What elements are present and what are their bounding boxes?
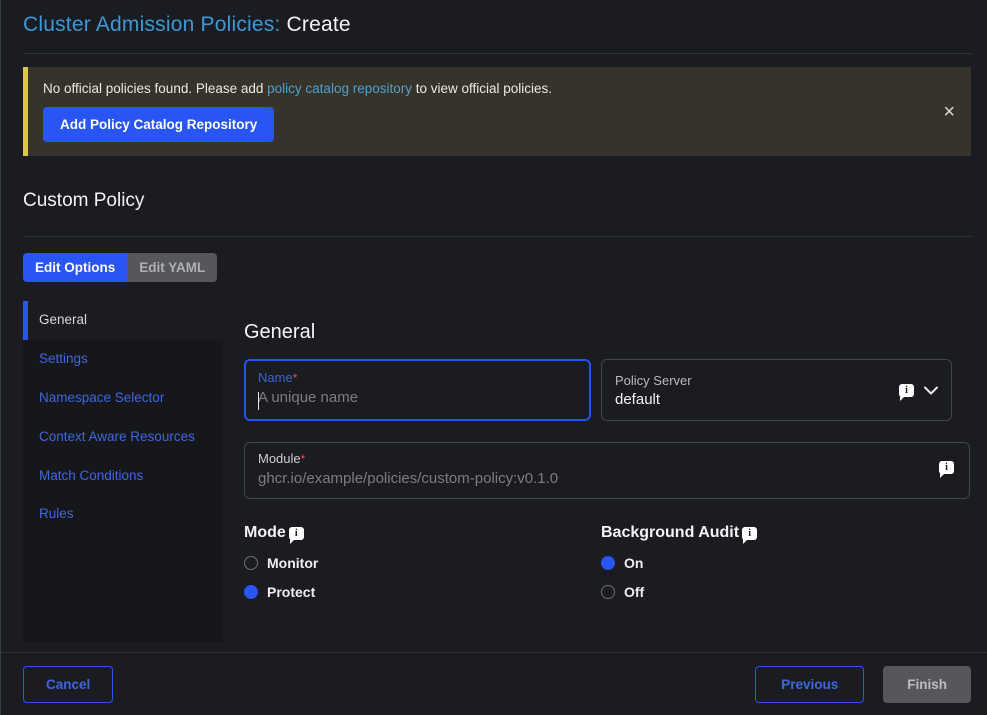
- mode-audit-row: Modei Monitor Protect Background Auditi: [244, 524, 971, 600]
- module-info-icon[interactable]: i: [939, 461, 954, 474]
- radio-checked-icon: [244, 585, 258, 599]
- module-field-container: Module* i: [244, 442, 970, 499]
- sidebar-item-settings[interactable]: Settings: [23, 340, 223, 379]
- policy-catalog-repository-link[interactable]: policy catalog repository: [267, 81, 412, 96]
- radio-unchecked-icon: [601, 585, 615, 599]
- background-audit-info-icon[interactable]: i: [742, 527, 757, 540]
- module-field-label: Module*: [258, 451, 939, 466]
- policy-server-value: default: [615, 391, 692, 408]
- background-audit-group: Background Auditi On Off: [601, 524, 952, 600]
- page-header: Cluster Admission Policies: Create: [1, 0, 987, 37]
- mode-group: Modei Monitor Protect: [244, 524, 591, 600]
- radio-checked-icon: [601, 556, 615, 570]
- mode-heading: Modei: [244, 524, 591, 542]
- banner-close-icon[interactable]: ×: [943, 102, 955, 122]
- edit-mode-tabs: Edit Options Edit YAML: [23, 253, 217, 282]
- wizard-footer: Cancel Previous Finish: [1, 652, 987, 715]
- sidebar-item-context-aware-resources[interactable]: Context Aware Resources: [23, 418, 223, 457]
- banner-text-before: No official policies found. Please add: [43, 81, 267, 96]
- sidebar-item-general[interactable]: General: [23, 301, 223, 340]
- policy-server-info-icon[interactable]: i: [899, 384, 914, 397]
- mode-option-protect[interactable]: Protect: [244, 584, 591, 600]
- general-section-heading: General: [244, 321, 971, 344]
- previous-button[interactable]: Previous: [755, 666, 864, 703]
- sidebar-item-namespace-selector[interactable]: Namespace Selector: [23, 379, 223, 418]
- name-input[interactable]: [258, 389, 577, 406]
- header-divider: [23, 53, 971, 54]
- tab-edit-yaml[interactable]: Edit YAML: [127, 253, 217, 282]
- name-field-container: Name*: [244, 359, 591, 421]
- module-input[interactable]: [258, 470, 939, 487]
- policy-server-select[interactable]: Policy Server default i: [601, 359, 952, 421]
- page-title: Cluster Admission Policies: Create: [23, 13, 971, 37]
- finish-button[interactable]: Finish: [883, 666, 971, 703]
- sidebar-item-match-conditions[interactable]: Match Conditions: [23, 457, 223, 496]
- module-row: Module* i: [244, 442, 970, 499]
- section-divider: [23, 236, 971, 237]
- mode-info-icon[interactable]: i: [289, 527, 304, 540]
- add-policy-catalog-repository-button[interactable]: Add Policy Catalog Repository: [43, 107, 274, 142]
- custom-policy-title: Custom Policy: [23, 190, 971, 212]
- name-policyserver-row: Name* Policy Server default i: [244, 359, 971, 421]
- banner-text-after: to view official policies.: [412, 81, 552, 96]
- background-audit-heading: Background Auditi: [601, 524, 952, 542]
- banner-message: No official policies found. Please add p…: [43, 81, 931, 96]
- text-cursor: [258, 392, 259, 410]
- name-required-marker: *: [293, 371, 298, 385]
- policy-editor-body: General Settings Namespace Selector Cont…: [23, 301, 971, 642]
- page-title-prefix: Cluster Admission Policies:: [23, 13, 281, 36]
- no-policies-banner: No official policies found. Please add p…: [23, 67, 971, 156]
- cluster-admission-policy-create-page: Cluster Admission Policies: Create No of…: [0, 0, 987, 715]
- sidebar-item-rules[interactable]: Rules: [23, 495, 223, 534]
- name-field-label: Name*: [258, 370, 577, 385]
- form-sidebar: General Settings Namespace Selector Cont…: [23, 301, 223, 642]
- chevron-down-icon: [924, 386, 938, 395]
- background-audit-option-off[interactable]: Off: [601, 584, 952, 600]
- general-form-panel: General Name* Policy Server default i: [223, 301, 971, 642]
- radio-unchecked-icon: [244, 556, 258, 570]
- background-audit-option-on[interactable]: On: [601, 555, 952, 571]
- tab-edit-options[interactable]: Edit Options: [23, 253, 127, 282]
- policy-server-label: Policy Server: [615, 373, 692, 388]
- module-required-marker: *: [301, 452, 306, 466]
- mode-option-monitor[interactable]: Monitor: [244, 555, 591, 571]
- page-title-suffix: Create: [287, 13, 351, 36]
- cancel-button[interactable]: Cancel: [23, 666, 113, 703]
